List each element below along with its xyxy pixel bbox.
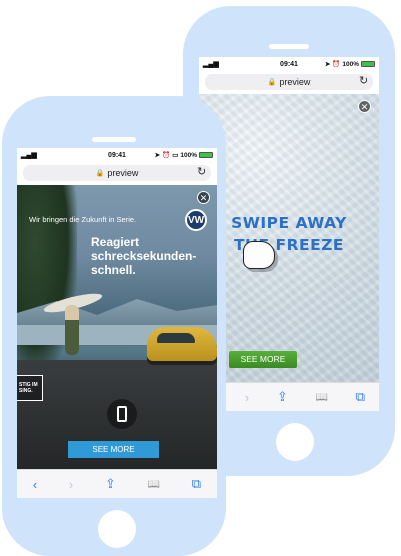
lock-icon: 🔒 (267, 79, 277, 86)
alarm-icon: ⏰ (162, 152, 171, 159)
back-phone-home-button[interactable] (276, 423, 314, 461)
ad-headline: Reagiert schrecksekunden-schnell. (91, 235, 197, 277)
battery-icon (361, 61, 375, 67)
share-icon[interactable]: ⇪ (277, 389, 288, 405)
alarm-icon: ⏰ (332, 61, 341, 68)
swipe-headline-2: THE FREEZE (233, 236, 345, 254)
status-right: ➤ ⏰ ▭ 100% (155, 151, 213, 159)
front-phone-screen: ▂▄▆ 09:41 ➤ ⏰ ▭ 100% 🔒 preview ↻ ✕ Wir b (17, 148, 217, 498)
signal-icon: ▂▄▆ (203, 61, 219, 68)
url-bar[interactable]: 🔒 preview (205, 74, 373, 90)
signal-icon: ▂▄▆ (21, 152, 37, 159)
url-text: preview (107, 168, 139, 178)
person-image (65, 305, 79, 355)
url-text: preview (279, 77, 311, 87)
battery-percent: 100% (342, 60, 359, 68)
bookmarks-icon[interactable]: 📖 (316, 392, 328, 403)
tabs-icon[interactable]: ⧉ (192, 476, 201, 492)
lock-icon: 🔒 (95, 170, 105, 177)
url-bar[interactable]: 🔒 preview (23, 165, 211, 181)
vw-logo: VW (185, 209, 207, 231)
browser-toolbar: ‹ › ⇪ 📖 ⧉ (199, 382, 379, 411)
see-more-button[interactable]: SEE MORE (68, 441, 159, 458)
swipe-hand-icon (243, 241, 275, 269)
front-phone-frame: ▂▄▆ 09:41 ➤ ⏰ ▭ 100% 🔒 preview ↻ ✕ Wir b (2, 96, 226, 556)
phone-rotate-icon (107, 399, 137, 429)
swipe-headline-1: SWIPE AWAY (231, 214, 347, 232)
bookmarks-icon[interactable]: 📖 (148, 479, 160, 490)
tabs-icon[interactable]: ⧉ (356, 389, 365, 405)
status-time: 09:41 (280, 60, 298, 68)
ad-text-box: STIG IM SING. (17, 375, 43, 401)
front-phone-home-button[interactable] (98, 510, 136, 548)
forward-arrow-icon[interactable]: › (245, 390, 249, 405)
battery-icon (199, 152, 213, 158)
location-icon: ➤ (154, 152, 161, 159)
share-icon[interactable]: ⇪ (105, 476, 116, 492)
battery-percent: 100% (180, 151, 197, 159)
forward-arrow-icon[interactable]: › (69, 477, 73, 492)
status-time: 09:41 (108, 151, 126, 159)
back-phone-screen: ▂▄▆ 09:41 ➤ ⏰ 100% 🔒 preview ↻ ✕ SWIPE A… (199, 57, 379, 411)
close-icon[interactable]: ✕ (358, 100, 371, 113)
screen-mirror-icon: ▭ (172, 152, 179, 159)
see-more-button[interactable]: SEE MORE (229, 351, 297, 368)
status-right: ➤ ⏰ 100% (325, 60, 375, 68)
freeze-ad[interactable]: ✕ SWIPE AWAY THE FREEZE SEE MORE (199, 94, 379, 383)
car-image (147, 327, 217, 361)
browser-toolbar: ‹ › ⇪ 📖 ⧉ (17, 469, 217, 498)
close-icon[interactable]: ✕ (197, 191, 210, 204)
vw-ad[interactable]: ✕ Wir bringen die Zukunft in Serie. VW R… (17, 185, 217, 470)
ad-tagline: Wir bringen die Zukunft in Serie. (29, 215, 137, 224)
front-phone-speaker (92, 137, 136, 142)
reload-icon[interactable]: ↻ (197, 165, 206, 178)
back-phone-speaker (269, 44, 309, 49)
location-icon: ➤ (324, 61, 331, 68)
back-arrow-icon[interactable]: ‹ (33, 477, 37, 492)
status-bar: ▂▄▆ 09:41 ➤ ⏰ 100% (199, 57, 379, 71)
reload-icon[interactable]: ↻ (359, 74, 368, 87)
status-bar: ▂▄▆ 09:41 ➤ ⏰ ▭ 100% (17, 148, 217, 162)
